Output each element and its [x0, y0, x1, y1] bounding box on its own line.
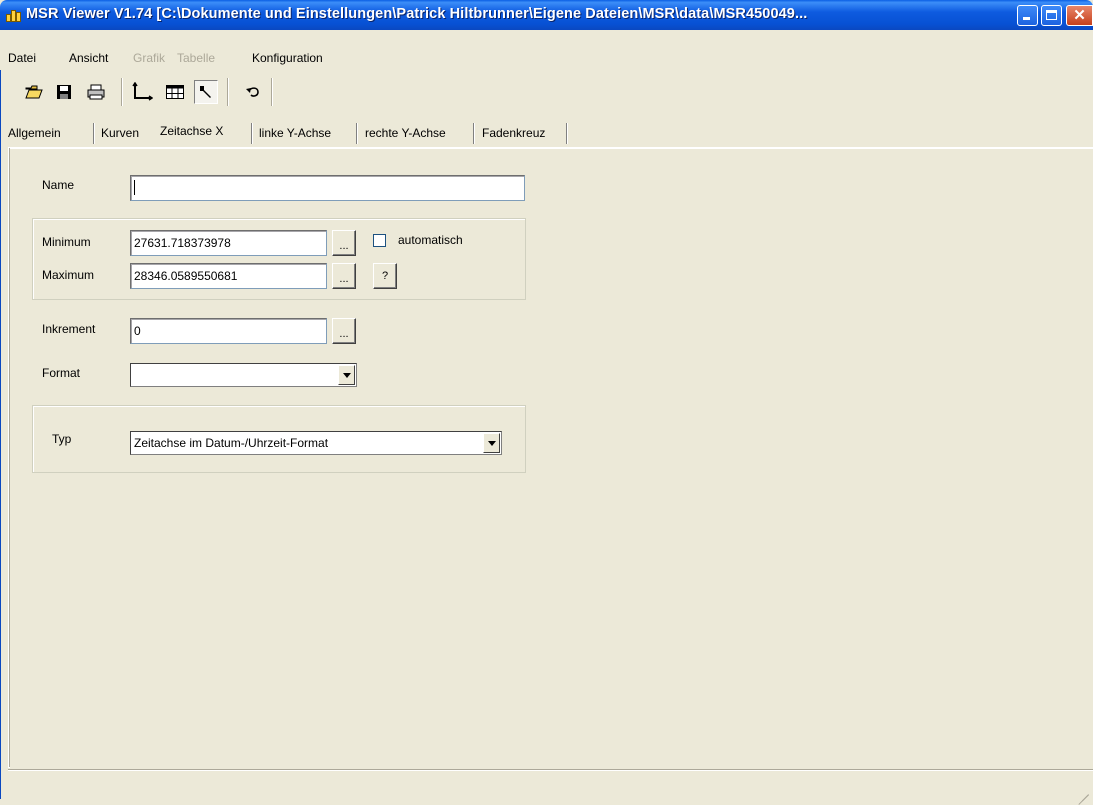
table-button[interactable] [163, 80, 187, 104]
help-button[interactable]: ? [373, 263, 397, 289]
toolbar-separator [121, 78, 123, 106]
chevron-down-icon [343, 373, 351, 378]
status-bar [8, 769, 1093, 805]
typ-select[interactable]: Zeitachse im Datum-/Uhrzeit-Format [130, 431, 502, 455]
tab-zeitachse-x[interactable]: Zeitachse X [160, 120, 223, 142]
tab-fadenkreuz[interactable]: Fadenkreuz [482, 122, 545, 144]
tab-kurven[interactable]: Kurven [101, 122, 139, 144]
maximum-browse-button[interactable]: ... [332, 263, 356, 289]
tab-divider [566, 123, 568, 144]
close-button[interactable]: ✕ [1066, 5, 1093, 26]
format-select[interactable] [130, 363, 357, 387]
tab-divider [251, 123, 253, 144]
wrench-icon [200, 86, 211, 98]
tab-strip: Allgemein Kurven Zeitachse X linke Y-Ach… [0, 120, 1093, 146]
dropdown-button[interactable] [338, 365, 355, 385]
printer-icon [87, 84, 105, 100]
minimize-button[interactable] [1017, 5, 1038, 26]
title-bar[interactable]: MSR Viewer V1.74 [C:\Dokumente und Einst… [0, 0, 1093, 30]
axes-button[interactable] [130, 80, 154, 104]
menu-tabelle[interactable]: Tabelle [177, 51, 215, 65]
typ-label: Typ [52, 432, 72, 446]
axes-icon [132, 81, 154, 101]
menu-bar: Datei Ansicht Grafik Tabelle Konfigurati… [0, 30, 1093, 70]
resize-grip-icon[interactable] [1077, 783, 1089, 805]
tab-linke-y-achse[interactable]: linke Y-Achse [259, 122, 331, 144]
toolbar [0, 74, 1093, 114]
panel-edge [9, 148, 10, 767]
undo-button[interactable] [241, 80, 265, 104]
tab-divider [473, 123, 475, 144]
chevron-down-icon [488, 441, 496, 446]
tab-divider [93, 123, 95, 144]
maximize-icon [1046, 10, 1057, 20]
toolbar-separator [227, 78, 229, 106]
name-label: Name [42, 178, 75, 192]
maximize-button[interactable] [1041, 5, 1062, 26]
open-button[interactable] [22, 80, 46, 104]
dropdown-button[interactable] [483, 433, 500, 453]
minimum-browse-button[interactable]: ... [332, 230, 356, 256]
maximum-input[interactable]: 28346.0589550681 [130, 263, 327, 289]
print-button[interactable] [84, 80, 108, 104]
open-folder-icon [25, 85, 43, 99]
automatisch-checkbox[interactable] [373, 234, 386, 247]
automatisch-label: automatisch [398, 233, 463, 247]
settings-button[interactable] [194, 80, 218, 104]
msr-app-icon[interactable] [6, 8, 22, 22]
menu-grafik[interactable]: Grafik [133, 51, 165, 65]
undo-icon [246, 87, 259, 97]
tab-rechte-y-achse[interactable]: rechte Y-Achse [365, 122, 446, 144]
inkrement-label: Inkrement [42, 322, 96, 336]
minimize-icon [1023, 17, 1030, 20]
menu-konfiguration[interactable]: Konfiguration [252, 51, 323, 65]
tab-allgemein[interactable]: Allgemein [8, 122, 61, 144]
toolbar-separator [271, 78, 273, 106]
typ-value: Zeitachse im Datum-/Uhrzeit-Format [134, 436, 329, 450]
table-icon [166, 85, 184, 99]
maximum-label: Maximum [42, 268, 95, 282]
text-caret [134, 180, 135, 195]
menu-ansicht[interactable]: Ansicht [69, 51, 108, 65]
minimum-input[interactable]: 27631.718373978 [130, 230, 327, 256]
menu-datei[interactable]: Datei [8, 51, 36, 65]
inkrement-browse-button[interactable]: ... [332, 318, 356, 344]
minimum-label: Minimum [42, 235, 91, 249]
window-title: MSR Viewer V1.74 [C:\Dokumente und Einst… [26, 6, 808, 22]
inkrement-input[interactable]: 0 [130, 318, 327, 344]
save-button[interactable] [52, 80, 76, 104]
close-icon: ✕ [1073, 7, 1086, 24]
save-disk-icon [57, 85, 71, 99]
format-label: Format [42, 366, 81, 380]
name-input[interactable] [130, 175, 525, 201]
tab-divider [356, 123, 358, 144]
